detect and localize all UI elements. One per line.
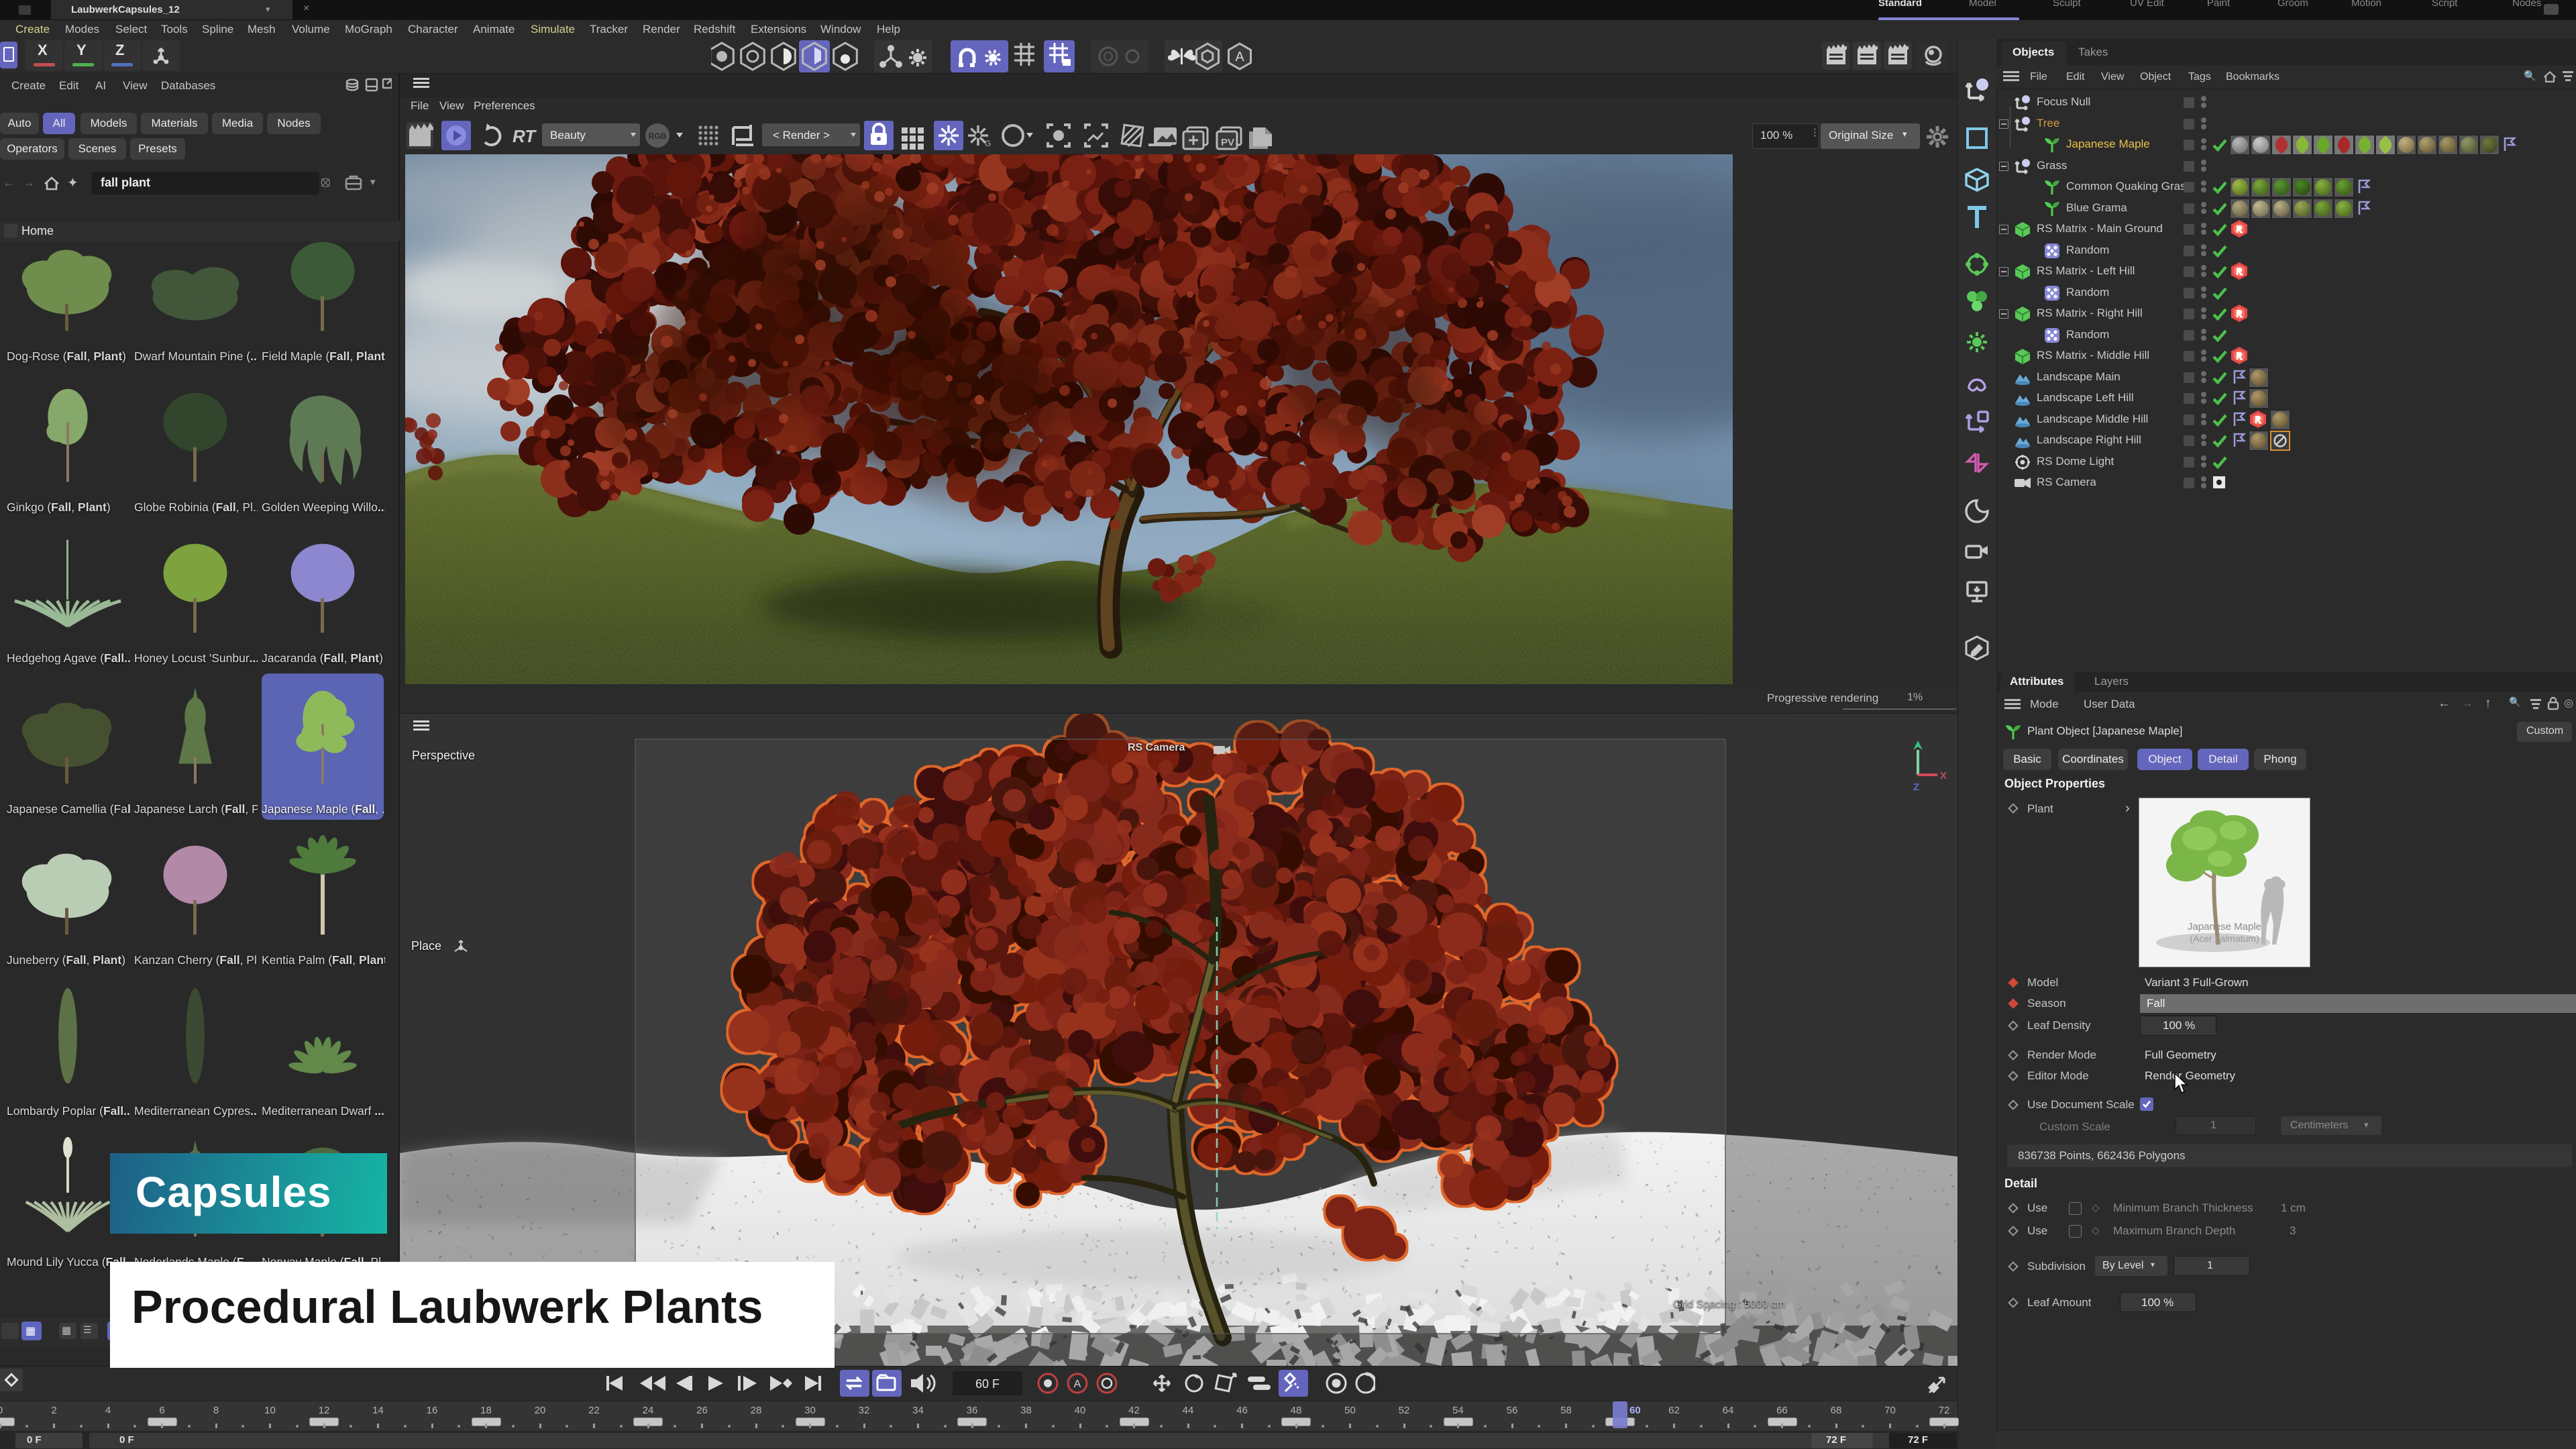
svg-text:G: G bbox=[985, 139, 991, 148]
svg-text:RGB: RGB bbox=[649, 131, 667, 141]
svg-text:Beauty: Beauty bbox=[550, 129, 586, 142]
svg-text:RT: RT bbox=[513, 126, 537, 146]
svg-text:< Render >: < Render > bbox=[773, 129, 830, 142]
svg-text:PV: PV bbox=[1221, 137, 1234, 148]
svg-text:A: A bbox=[1235, 50, 1244, 64]
